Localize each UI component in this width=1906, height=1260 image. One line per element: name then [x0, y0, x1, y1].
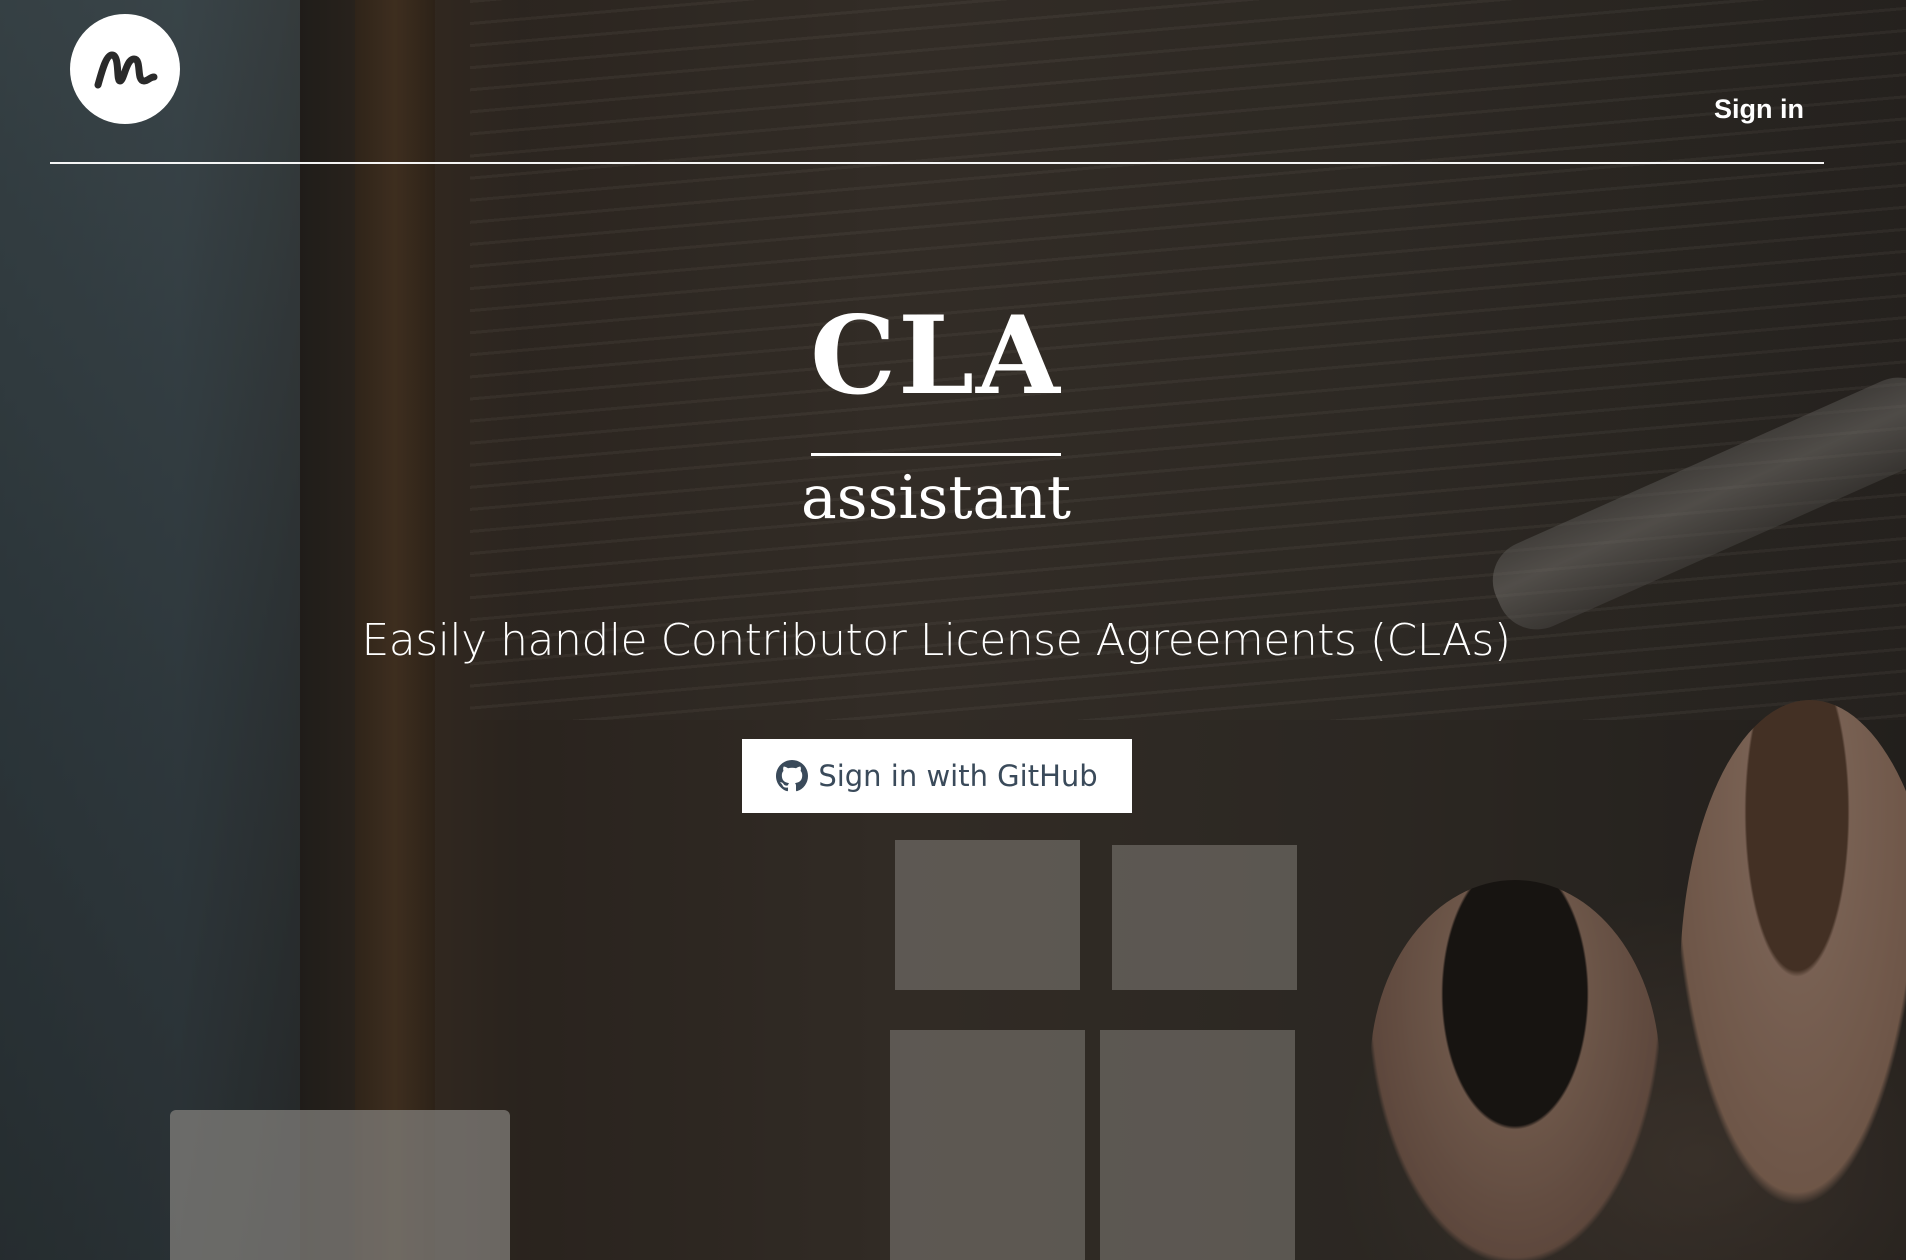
hero-subtitle: assistant: [801, 463, 1071, 533]
github-icon: [776, 760, 809, 792]
top-navbar: Sign in: [50, 0, 1824, 164]
signature-squiggle-icon: [94, 51, 158, 89]
signin-with-github-button[interactable]: Sign in with GitHub: [742, 739, 1132, 813]
landing-page: Sign in CLA assistant Easily handle Cont…: [0, 0, 1906, 1260]
cla-assistant-logo-icon[interactable]: [70, 14, 180, 124]
github-button-label: Sign in with GitHub: [818, 759, 1098, 793]
hero-title: CLA: [810, 293, 1062, 419]
signin-link[interactable]: Sign in: [1714, 94, 1804, 125]
title-divider: [811, 453, 1061, 456]
hero-tagline: Easily handle Contributor License Agreem…: [361, 615, 1512, 666]
